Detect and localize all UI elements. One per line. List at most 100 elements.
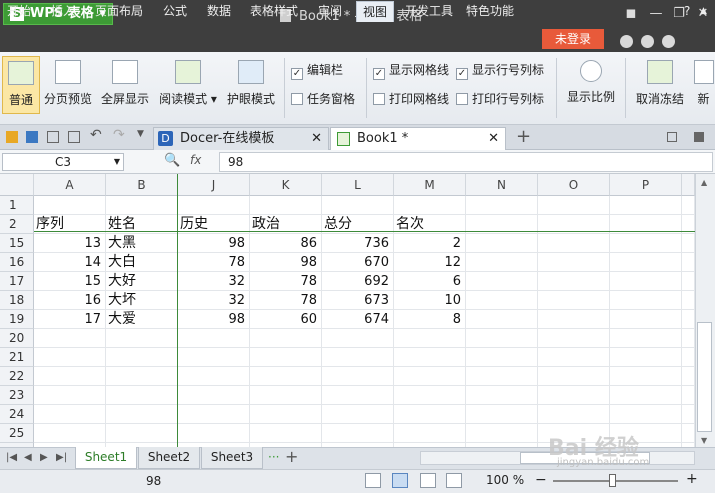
search-function-icon[interactable]: 🔍: [164, 153, 180, 168]
grid-cell[interactable]: [106, 348, 178, 367]
unfreeze-panes-button[interactable]: 取消冻结: [632, 60, 688, 114]
grid-cell[interactable]: [466, 234, 538, 253]
grid-cell[interactable]: [34, 196, 106, 215]
column-header[interactable]: A: [34, 174, 106, 196]
grid-cell[interactable]: 8: [394, 310, 466, 329]
new-window-button[interactable]: 新: [692, 60, 715, 114]
menu-data[interactable]: 数据: [207, 3, 231, 19]
grid-cell[interactable]: [178, 367, 250, 386]
grid-cell[interactable]: 12: [394, 253, 466, 272]
grid-cell[interactable]: [538, 234, 610, 253]
skin-icon[interactable]: ◼: [620, 4, 642, 24]
tab-list-icon[interactable]: [667, 132, 677, 142]
grid-cell[interactable]: [394, 348, 466, 367]
grid-cell[interactable]: [106, 329, 178, 348]
grid-cell[interactable]: [250, 348, 322, 367]
grid-cell[interactable]: 673: [322, 291, 394, 310]
grid-cell[interactable]: 6: [394, 272, 466, 291]
grid-cell[interactable]: 86: [250, 234, 322, 253]
grid-cell[interactable]: [34, 348, 106, 367]
row-header[interactable]: 15: [0, 234, 34, 253]
grid-cell[interactable]: 60: [250, 310, 322, 329]
scroll-down-icon[interactable]: ▼: [701, 436, 707, 445]
grid-cell[interactable]: [322, 367, 394, 386]
row-header[interactable]: 21: [0, 348, 34, 367]
grid-cell[interactable]: [34, 386, 106, 405]
eye-protection-button[interactable]: 护眼模式: [224, 60, 278, 114]
grid-cell[interactable]: 16: [34, 291, 106, 310]
grid-cell[interactable]: [34, 424, 106, 443]
grid-cell[interactable]: [394, 386, 466, 405]
grid-cell[interactable]: [250, 405, 322, 424]
print-gridlines-checkbox[interactable]: 打印网格线: [373, 91, 449, 107]
insert-function-button[interactable]: fx: [190, 153, 201, 167]
grid-cell[interactable]: 692: [322, 272, 394, 291]
grid-cell[interactable]: [250, 329, 322, 348]
print-icon[interactable]: [47, 131, 59, 143]
task-pane-checkbox[interactable]: 任务窗格: [291, 91, 355, 107]
row-header[interactable]: 24: [0, 405, 34, 424]
row-header[interactable]: 23: [0, 386, 34, 405]
collapse-ribbon-icon[interactable]: ▲: [700, 3, 707, 19]
grid-cell[interactable]: 32: [178, 291, 250, 310]
grid-cell[interactable]: [538, 405, 610, 424]
tab-docer-templates[interactable]: D Docer-在线模板 ✕: [153, 127, 329, 150]
grid-cell[interactable]: [610, 348, 682, 367]
grid-cell[interactable]: 大白: [106, 253, 178, 272]
grid-cell[interactable]: [394, 196, 466, 215]
grid-cell[interactable]: [610, 253, 682, 272]
menu-developer[interactable]: 开发工具: [405, 3, 453, 19]
page-break-preview-button[interactable]: 分页预览: [42, 60, 94, 114]
tab-menu-icon[interactable]: [694, 132, 704, 142]
zoom-button[interactable]: 显示比例: [563, 60, 619, 114]
grid-cell[interactable]: [466, 272, 538, 291]
grid-cell[interactable]: [322, 405, 394, 424]
menu-table-style[interactable]: 表格样式: [250, 3, 298, 19]
column-header[interactable]: M: [394, 174, 466, 196]
sheet-tab-sheet1[interactable]: Sheet1: [75, 447, 137, 469]
grid-cell[interactable]: [538, 272, 610, 291]
share-icon[interactable]: [641, 35, 654, 48]
grid-cell[interactable]: [610, 310, 682, 329]
show-gridlines-checkbox[interactable]: ✓ 显示网格线: [373, 62, 449, 80]
grid-cell[interactable]: [322, 386, 394, 405]
grid-cell[interactable]: [610, 291, 682, 310]
customize-toolbar-icon[interactable]: ▼: [137, 129, 144, 139]
feedback-icon[interactable]: [662, 35, 675, 48]
column-header[interactable]: O: [538, 174, 610, 196]
undo-icon[interactable]: ↶: [90, 127, 102, 143]
column-header[interactable]: N: [466, 174, 538, 196]
vertical-scroll-thumb[interactable]: [697, 322, 712, 432]
row-header[interactable]: 1: [0, 196, 34, 215]
column-header[interactable]: P: [610, 174, 682, 196]
zoom-slider-handle[interactable]: [609, 474, 616, 487]
grid-cell[interactable]: [466, 253, 538, 272]
grid-cell[interactable]: [538, 329, 610, 348]
show-headings-checkbox[interactable]: ✓ 显示行号列标: [456, 62, 544, 80]
column-header[interactable]: B: [106, 174, 178, 196]
normal-view-icon[interactable]: [392, 473, 408, 488]
grid-cell[interactable]: 670: [322, 253, 394, 272]
grid-cell[interactable]: 10: [394, 291, 466, 310]
zoom-in-button[interactable]: +: [686, 471, 698, 487]
minimize-button[interactable]: —: [645, 4, 667, 24]
grid-cell[interactable]: [682, 234, 695, 253]
grid-cell[interactable]: 大坏: [106, 291, 178, 310]
column-header[interactable]: L: [322, 174, 394, 196]
grid-cell[interactable]: [610, 405, 682, 424]
grid-cell[interactable]: 736: [322, 234, 394, 253]
grid-cell[interactable]: 2: [394, 234, 466, 253]
login-button[interactable]: 未登录: [542, 29, 604, 49]
grid-cell[interactable]: [394, 329, 466, 348]
page-break-view-icon[interactable]: [420, 473, 436, 488]
new-tab-button[interactable]: +: [516, 126, 531, 147]
formula-bar-checkbox[interactable]: ✓ 编辑栏: [291, 62, 343, 80]
print-preview-icon[interactable]: [68, 131, 80, 143]
grid-cell[interactable]: [394, 424, 466, 443]
grid-cell[interactable]: [538, 310, 610, 329]
column-header[interactable]: K: [250, 174, 322, 196]
grid-cell[interactable]: 13: [34, 234, 106, 253]
grid-cell[interactable]: 32: [178, 272, 250, 291]
grid-cell[interactable]: [466, 367, 538, 386]
grid-cell[interactable]: [106, 196, 178, 215]
